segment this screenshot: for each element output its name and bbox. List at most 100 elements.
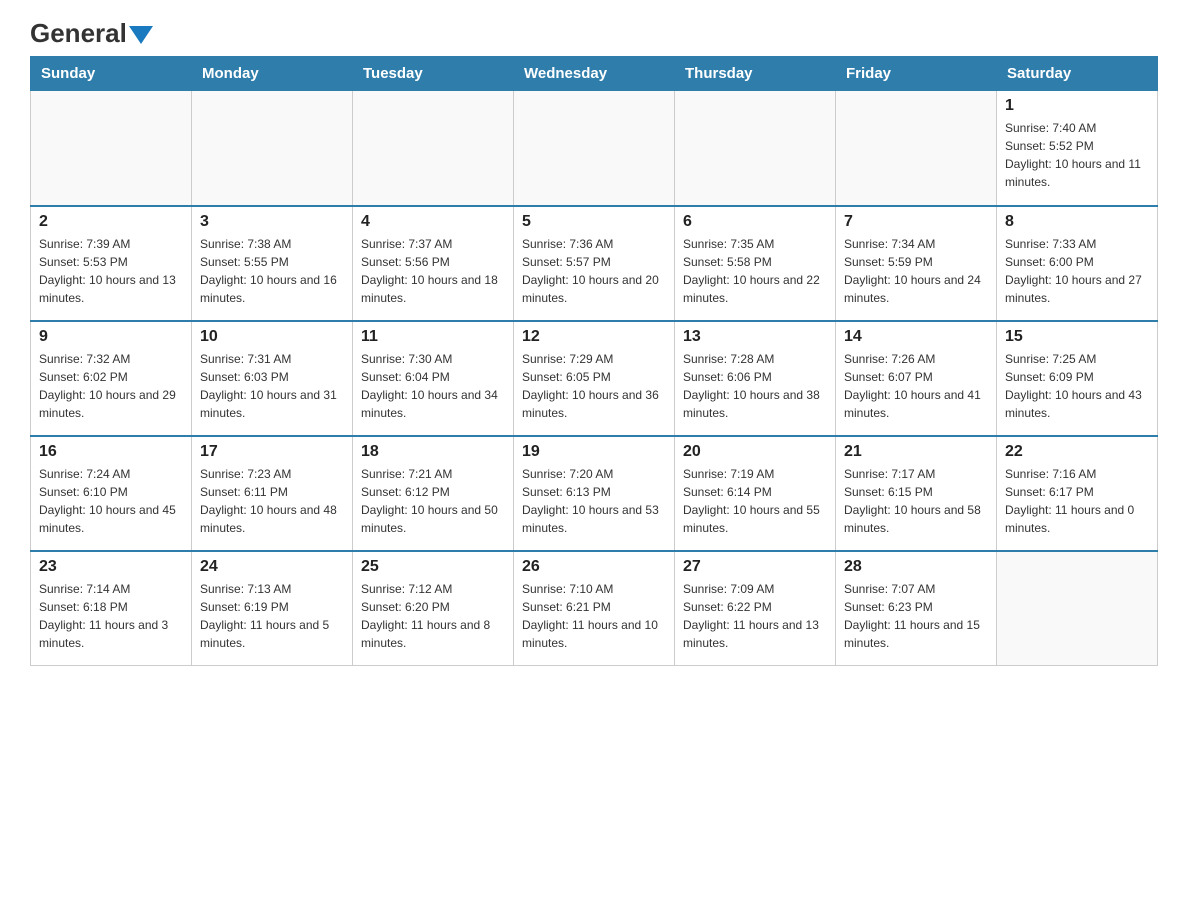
day-number: 9 <box>39 328 183 346</box>
calendar-cell: 27 Sunrise: 7:09 AMSunset: 6:22 PMDayligh… <box>675 551 836 666</box>
calendar-cell: 8 Sunrise: 7:33 AMSunset: 6:00 PMDaylight… <box>997 206 1158 321</box>
calendar-cell: 23 Sunrise: 7:14 AMSunset: 6:18 PMDayligh… <box>31 551 192 666</box>
day-info: Sunrise: 7:14 AMSunset: 6:18 PMDaylight:… <box>39 580 183 652</box>
calendar-cell: 10 Sunrise: 7:31 AMSunset: 6:03 PMDayligh… <box>192 321 353 436</box>
weekday-header: Friday <box>836 57 997 91</box>
calendar-cell: 14 Sunrise: 7:26 AMSunset: 6:07 PMDayligh… <box>836 321 997 436</box>
weekday-header: Saturday <box>997 57 1158 91</box>
day-info: Sunrise: 7:20 AMSunset: 6:13 PMDaylight:… <box>522 465 666 537</box>
calendar-cell: 12 Sunrise: 7:29 AMSunset: 6:05 PMDayligh… <box>514 321 675 436</box>
day-info: Sunrise: 7:12 AMSunset: 6:20 PMDaylight:… <box>361 580 505 652</box>
day-number: 8 <box>1005 213 1149 231</box>
day-number: 16 <box>39 443 183 461</box>
calendar-cell: 25 Sunrise: 7:12 AMSunset: 6:20 PMDayligh… <box>353 551 514 666</box>
calendar-cell: 19 Sunrise: 7:20 AMSunset: 6:13 PMDayligh… <box>514 436 675 551</box>
day-info: Sunrise: 7:26 AMSunset: 6:07 PMDaylight:… <box>844 350 988 422</box>
day-info: Sunrise: 7:40 AMSunset: 5:52 PMDaylight:… <box>1005 119 1149 191</box>
day-number: 19 <box>522 443 666 461</box>
day-info: Sunrise: 7:21 AMSunset: 6:12 PMDaylight:… <box>361 465 505 537</box>
day-info: Sunrise: 7:19 AMSunset: 6:14 PMDaylight:… <box>683 465 827 537</box>
day-info: Sunrise: 7:07 AMSunset: 6:23 PMDaylight:… <box>844 580 988 652</box>
calendar-cell <box>997 551 1158 666</box>
day-number: 22 <box>1005 443 1149 461</box>
day-number: 2 <box>39 213 183 231</box>
calendar-week-row: 1Sunrise: 7:40 AMSunset: 5:52 PMDaylight… <box>31 91 1158 206</box>
day-number: 15 <box>1005 328 1149 346</box>
calendar-cell: 17 Sunrise: 7:23 AMSunset: 6:11 PMDayligh… <box>192 436 353 551</box>
day-info: Sunrise: 7:34 AMSunset: 5:59 PMDaylight:… <box>844 235 988 307</box>
day-info: Sunrise: 7:36 AMSunset: 5:57 PMDaylight:… <box>522 235 666 307</box>
calendar-header-row: SundayMondayTuesdayWednesdayThursdayFrid… <box>31 57 1158 91</box>
calendar-cell: 21 Sunrise: 7:17 AMSunset: 6:15 PMDayligh… <box>836 436 997 551</box>
day-number: 20 <box>683 443 827 461</box>
day-number: 17 <box>200 443 344 461</box>
day-info: Sunrise: 7:24 AMSunset: 6:10 PMDaylight:… <box>39 465 183 537</box>
calendar-cell: 22 Sunrise: 7:16 AMSunset: 6:17 PMDayligh… <box>997 436 1158 551</box>
calendar-cell: 15 Sunrise: 7:25 AMSunset: 6:09 PMDayligh… <box>997 321 1158 436</box>
calendar-week-row: 16 Sunrise: 7:24 AMSunset: 6:10 PMDayligh… <box>31 436 1158 551</box>
day-info: Sunrise: 7:28 AMSunset: 6:06 PMDaylight:… <box>683 350 827 422</box>
calendar-cell: 13 Sunrise: 7:28 AMSunset: 6:06 PMDayligh… <box>675 321 836 436</box>
day-info: Sunrise: 7:17 AMSunset: 6:15 PMDaylight:… <box>844 465 988 537</box>
logo: General <box>30 20 153 46</box>
logo-arrow-icon <box>129 26 153 44</box>
calendar-cell <box>192 91 353 206</box>
logo-general-text: General <box>30 20 127 46</box>
weekday-header: Monday <box>192 57 353 91</box>
calendar-table: SundayMondayTuesdayWednesdayThursdayFrid… <box>30 56 1158 666</box>
day-info: Sunrise: 7:13 AMSunset: 6:19 PMDaylight:… <box>200 580 344 652</box>
calendar-cell: 9 Sunrise: 7:32 AMSunset: 6:02 PMDaylight… <box>31 321 192 436</box>
calendar-week-row: 23 Sunrise: 7:14 AMSunset: 6:18 PMDayligh… <box>31 551 1158 666</box>
day-number: 11 <box>361 328 505 346</box>
day-number: 23 <box>39 558 183 576</box>
day-number: 27 <box>683 558 827 576</box>
page-header: General <box>30 20 1158 46</box>
calendar-cell: 20 Sunrise: 7:19 AMSunset: 6:14 PMDayligh… <box>675 436 836 551</box>
day-info: Sunrise: 7:35 AMSunset: 5:58 PMDaylight:… <box>683 235 827 307</box>
calendar-cell: 26Sunrise: 7:10 AMSunset: 6:21 PMDayligh… <box>514 551 675 666</box>
day-info: Sunrise: 7:37 AMSunset: 5:56 PMDaylight:… <box>361 235 505 307</box>
calendar-cell: 4 Sunrise: 7:37 AMSunset: 5:56 PMDaylight… <box>353 206 514 321</box>
day-number: 4 <box>361 213 505 231</box>
calendar-cell: 1Sunrise: 7:40 AMSunset: 5:52 PMDaylight… <box>997 91 1158 206</box>
calendar-cell: 11 Sunrise: 7:30 AMSunset: 6:04 PMDayligh… <box>353 321 514 436</box>
day-info: Sunrise: 7:30 AMSunset: 6:04 PMDaylight:… <box>361 350 505 422</box>
calendar-cell: 18 Sunrise: 7:21 AMSunset: 6:12 PMDayligh… <box>353 436 514 551</box>
day-number: 26 <box>522 558 666 576</box>
calendar-cell <box>514 91 675 206</box>
calendar-cell <box>675 91 836 206</box>
calendar-cell: 16 Sunrise: 7:24 AMSunset: 6:10 PMDayligh… <box>31 436 192 551</box>
day-number: 13 <box>683 328 827 346</box>
day-number: 3 <box>200 213 344 231</box>
weekday-header: Sunday <box>31 57 192 91</box>
calendar-cell: 3Sunrise: 7:38 AMSunset: 5:55 PMDaylight… <box>192 206 353 321</box>
day-number: 6 <box>683 213 827 231</box>
day-number: 12 <box>522 328 666 346</box>
day-number: 18 <box>361 443 505 461</box>
weekday-header: Tuesday <box>353 57 514 91</box>
calendar-cell <box>31 91 192 206</box>
day-number: 24 <box>200 558 344 576</box>
day-info: Sunrise: 7:29 AMSunset: 6:05 PMDaylight:… <box>522 350 666 422</box>
day-number: 21 <box>844 443 988 461</box>
day-info: Sunrise: 7:31 AMSunset: 6:03 PMDaylight:… <box>200 350 344 422</box>
calendar-cell: 6 Sunrise: 7:35 AMSunset: 5:58 PMDaylight… <box>675 206 836 321</box>
day-number: 5 <box>522 213 666 231</box>
day-number: 7 <box>844 213 988 231</box>
day-info: Sunrise: 7:09 AMSunset: 6:22 PMDaylight:… <box>683 580 827 652</box>
day-info: Sunrise: 7:33 AMSunset: 6:00 PMDaylight:… <box>1005 235 1149 307</box>
calendar-cell: 24 Sunrise: 7:13 AMSunset: 6:19 PMDayligh… <box>192 551 353 666</box>
day-info: Sunrise: 7:25 AMSunset: 6:09 PMDaylight:… <box>1005 350 1149 422</box>
calendar-week-row: 9 Sunrise: 7:32 AMSunset: 6:02 PMDaylight… <box>31 321 1158 436</box>
calendar-week-row: 2 Sunrise: 7:39 AMSunset: 5:53 PMDaylight… <box>31 206 1158 321</box>
day-number: 25 <box>361 558 505 576</box>
weekday-header: Thursday <box>675 57 836 91</box>
day-info: Sunrise: 7:16 AMSunset: 6:17 PMDaylight:… <box>1005 465 1149 537</box>
calendar-cell: 28Sunrise: 7:07 AMSunset: 6:23 PMDayligh… <box>836 551 997 666</box>
day-number: 10 <box>200 328 344 346</box>
calendar-cell <box>836 91 997 206</box>
day-info: Sunrise: 7:32 AMSunset: 6:02 PMDaylight:… <box>39 350 183 422</box>
day-info: Sunrise: 7:39 AMSunset: 5:53 PMDaylight:… <box>39 235 183 307</box>
day-number: 14 <box>844 328 988 346</box>
day-info: Sunrise: 7:23 AMSunset: 6:11 PMDaylight:… <box>200 465 344 537</box>
